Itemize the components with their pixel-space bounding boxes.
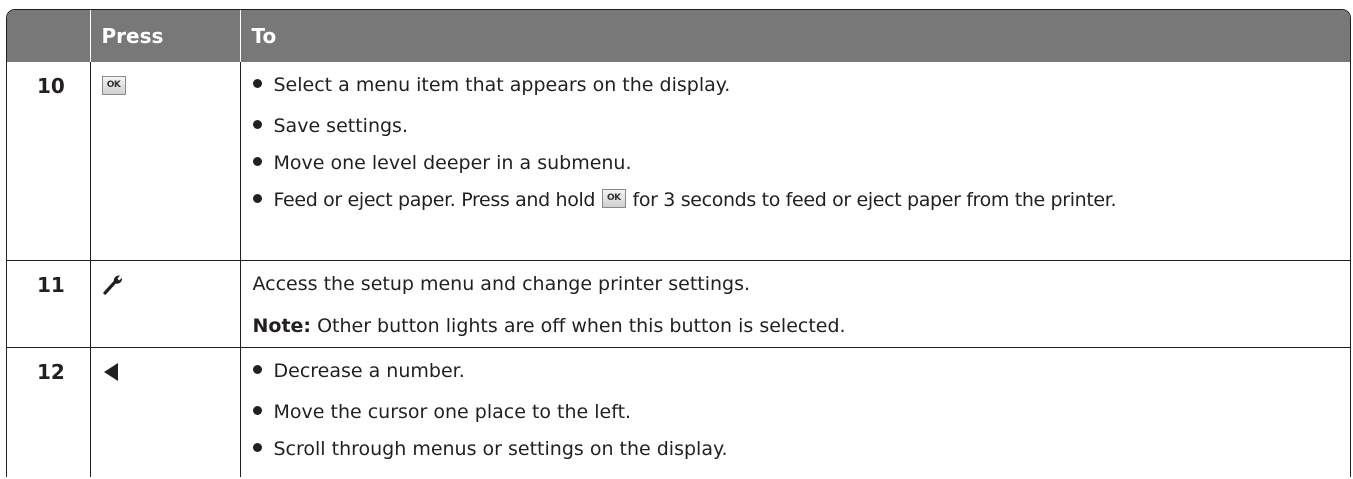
- table-row: 11 Access the setup menu and change prin…: [7, 259, 1351, 347]
- bullet-text: Decrease a number.: [273, 359, 465, 382]
- list-item: Move the cursor one place to the left.: [241, 394, 1351, 431]
- note-label: Note:: [252, 314, 312, 337]
- list-item: Decrease a number.: [241, 348, 1351, 394]
- wrench-icon: [102, 274, 122, 295]
- bullet-icon: [252, 364, 262, 374]
- bullet-icon: [252, 194, 262, 203]
- bullet-icon: [252, 79, 262, 88]
- row-number: 12: [7, 346, 90, 477]
- list-item: Select a menu item that appears on the d…: [241, 62, 1351, 108]
- button-reference-table: Press To 10 OK Select a menu item that a…: [7, 10, 1350, 477]
- bullet-list: Decrease a number. Move the cursor one p…: [241, 348, 1351, 468]
- bullet-text: Move the cursor one place to the left.: [273, 400, 632, 423]
- bullet-icon: [252, 120, 262, 129]
- description-text: Access the setup menu and change printer…: [252, 272, 751, 295]
- key-cell: [89, 346, 240, 477]
- list-item: Scroll through menus or settings on the …: [241, 431, 1351, 468]
- bullet-icon: [252, 442, 262, 452]
- ok-button-icon: OK: [101, 76, 126, 95]
- table-row: 12 Decrease a number. Move the cursor on…: [7, 346, 1351, 477]
- bullet-text: Feed or eject paper. Press and hold: [273, 189, 601, 211]
- list-item: Feed or eject paper. Press and hold OK f…: [241, 182, 1351, 219]
- table-header-row: Press To: [7, 10, 1350, 62]
- bullet-text: for 3 seconds to feed or eject paper fro…: [626, 189, 1117, 211]
- note-text: Other button lights are off when this bu…: [311, 314, 846, 337]
- note-line: Note: Other button lights are off when t…: [241, 307, 1351, 345]
- bullet-text: Scroll through menus or settings on the …: [273, 437, 728, 460]
- button-reference-table-frame: Press To 10 OK Select a menu item that a…: [6, 9, 1351, 477]
- ok-button-icon: OK: [601, 189, 626, 208]
- description-cell: Access the setup menu and change printer…: [239, 259, 1351, 347]
- table-row: 10 OK Select a menu item that appears on…: [7, 62, 1350, 260]
- bullet-icon: [252, 405, 262, 415]
- list-item: Save settings.: [241, 108, 1351, 145]
- left-arrow-icon: [103, 362, 118, 381]
- header-press: Press: [89, 10, 240, 62]
- list-item: Move one level deeper in a submenu.: [241, 145, 1351, 182]
- bullet-text: Select a menu item that appears on the d…: [273, 74, 731, 96]
- description-cell: Decrease a number. Move the cursor one p…: [239, 346, 1351, 477]
- header-to: To: [239, 10, 1350, 62]
- key-cell: [89, 259, 240, 347]
- header-blank: [7, 10, 90, 62]
- row-number: 11: [7, 259, 90, 347]
- description-cell: Select a menu item that appears on the d…: [239, 62, 1351, 260]
- bullet-text: Save settings.: [273, 115, 408, 137]
- key-cell: OK: [89, 62, 240, 260]
- row-number: 10: [37, 74, 65, 98]
- bullet-list: Select a menu item that appears on the d…: [241, 62, 1351, 219]
- bullet-text: Move one level deeper in a submenu.: [273, 152, 632, 174]
- bullet-icon: [252, 157, 262, 166]
